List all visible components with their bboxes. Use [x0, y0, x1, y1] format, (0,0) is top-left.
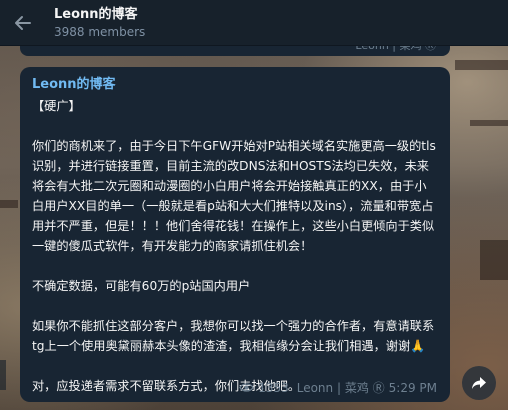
message-text: 【硬广】 你们的商机来了，由于今日下午GFW开始对P站相关域名实施更高一级的tl… [32, 99, 436, 393]
arrow-left-icon [15, 15, 31, 30]
message-meta: 1353 Leonn | 菜鸡 Ⓡ 5:29 PM [239, 379, 437, 396]
message-time: 5:29 PM [388, 380, 437, 395]
share-button[interactable] [462, 366, 496, 400]
sender-name[interactable]: Leonn的博客 [32, 76, 437, 94]
share-forward-icon [472, 377, 486, 389]
chat-title-block[interactable]: Leonn的博客 3988 members [54, 6, 145, 40]
message-author: Leonn | 菜鸡 Ⓡ [296, 381, 385, 395]
message-bubble[interactable]: Leonn的博客 【硬广】 你们的商机来了，由于今日下午GFW开始对P站相关域名… [20, 67, 450, 402]
chat-title: Leonn的博客 [54, 6, 138, 22]
eye-icon [239, 383, 254, 392]
scroll-edge-indicator [0, 360, 6, 390]
member-count: 3988 members [54, 24, 146, 39]
chat-header: Leonn的博客 3988 members [0, 0, 508, 46]
back-button[interactable] [0, 0, 46, 46]
view-count: 1353 [258, 380, 289, 395]
